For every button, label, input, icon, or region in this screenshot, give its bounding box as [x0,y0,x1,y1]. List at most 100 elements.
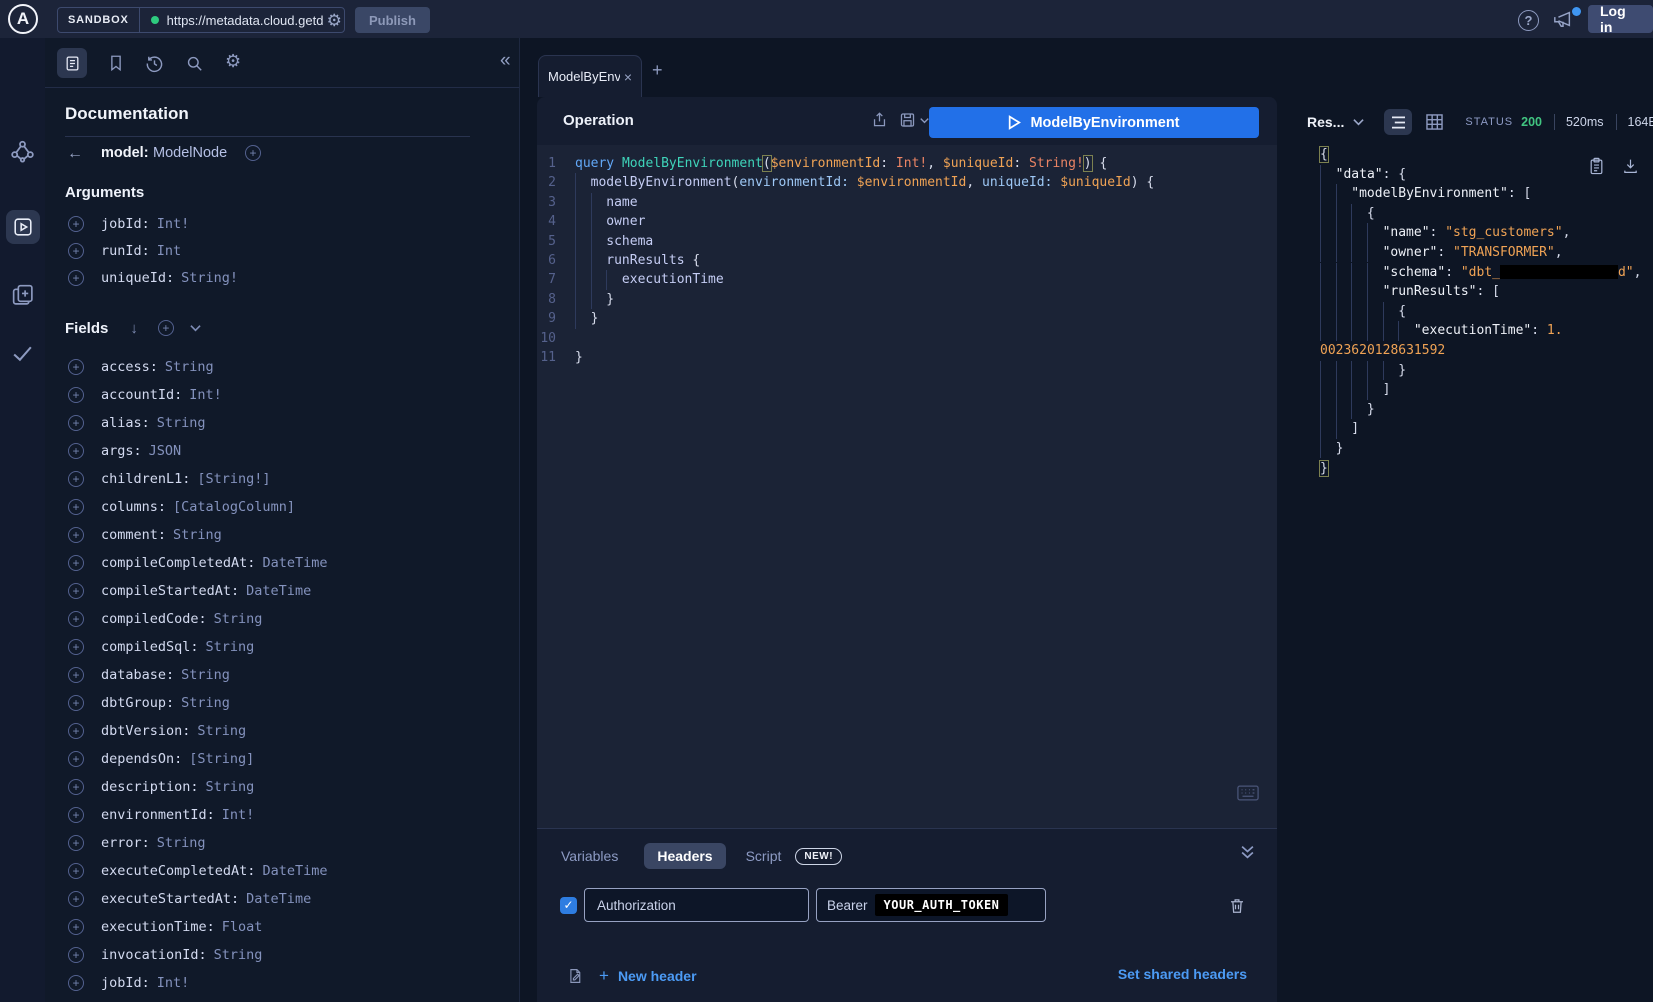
connection-settings-gear-icon[interactable]: ⚙ [327,12,342,29]
field-row[interactable]: +jobId:Int! [45,210,519,237]
new-tab-button[interactable]: + [652,60,663,81]
add-field-to-query-button[interactable]: + [68,243,84,259]
add-field-to-query-button[interactable]: + [68,835,84,851]
field-row[interactable]: +database:String [45,661,519,689]
field-row[interactable]: +compileCompletedAt:DateTime [45,549,519,577]
schema-graph-icon[interactable] [10,139,35,164]
field-type[interactable]: Int! [189,387,222,403]
documentation-tab-icon[interactable] [57,48,87,78]
field-type[interactable]: Float [222,919,263,935]
field-row[interactable]: +jobId:Int! [45,969,519,997]
share-operation-icon[interactable] [871,111,888,129]
add-field-to-query-button[interactable]: + [68,471,84,487]
login-button[interactable]: Log in [1588,5,1653,33]
field-type[interactable]: String [173,527,222,543]
add-field-to-query-button[interactable]: + [68,695,84,711]
add-field-to-query-button[interactable]: + [68,611,84,627]
field-row[interactable]: +executeStartedAt:DateTime [45,885,519,913]
field-type[interactable]: String [214,611,263,627]
add-field-to-query-button[interactable]: + [68,723,84,739]
publish-button[interactable]: Publish [355,7,430,33]
sort-fields-icon[interactable]: ↓ [130,320,138,337]
response-chevron-down-icon[interactable] [1353,118,1364,126]
add-field-to-query-button[interactable]: + [68,216,84,232]
field-type[interactable]: DateTime [262,863,327,879]
field-row[interactable]: +runId:Int [45,237,519,264]
field-type[interactable]: [String!] [197,471,270,487]
field-type[interactable]: String [181,667,230,683]
field-row[interactable]: +childrenL1:[String!] [45,465,519,493]
response-dropdown[interactable]: Res... [1307,114,1344,130]
download-response-icon[interactable] [1622,157,1639,175]
add-field-to-query-button[interactable]: + [68,499,84,515]
add-field-to-query-button[interactable]: + [68,527,84,543]
endpoint-url-box[interactable]: SANDBOX https://metadata.cloud.getd ⚙ [57,7,345,33]
add-field-to-query-button[interactable]: + [68,639,84,655]
add-field-to-query-button[interactable]: + [68,583,84,599]
operation-tab[interactable]: ModelByEnvi... × [538,55,642,97]
history-icon[interactable] [145,54,164,73]
field-row[interactable]: +alias:String [45,409,519,437]
formatted-view-toggle-icon[interactable] [1384,109,1412,135]
keyboard-shortcuts-icon[interactable] [1237,785,1259,801]
field-row[interactable]: +environmentId:Int! [45,801,519,829]
run-operation-button[interactable]: ModelByEnvironment [929,107,1259,138]
checks-icon[interactable] [10,341,35,366]
field-type[interactable]: Int! [222,807,255,823]
add-all-fields-button[interactable]: + [158,320,174,336]
auth-token-chip[interactable]: YOUR_AUTH_TOKEN [875,894,1009,916]
back-arrow-icon[interactable]: ← [67,144,83,164]
set-shared-headers-link[interactable]: Set shared headers [1118,966,1247,982]
add-field-to-query-button[interactable]: + [68,891,84,907]
header-name-input[interactable] [584,888,809,922]
add-field-to-query-button[interactable]: + [68,919,84,935]
field-type[interactable]: [CatalogColumn] [173,499,295,515]
field-row[interactable]: +compileStartedAt:DateTime [45,577,519,605]
add-field-to-query-button[interactable]: + [68,443,84,459]
close-tab-icon[interactable]: × [624,69,632,85]
table-view-toggle-icon[interactable] [1426,114,1443,130]
add-field-to-query-button[interactable]: + [68,667,84,683]
collapse-sidebar-icon[interactable]: « [500,50,511,72]
edit-headers-icon[interactable] [567,967,584,985]
collections-icon[interactable] [10,282,35,307]
field-type[interactable]: String [165,359,214,375]
field-type[interactable]: DateTime [246,583,311,599]
field-type[interactable]: String [181,695,230,711]
add-field-to-query-button[interactable]: + [68,807,84,823]
delete-header-icon[interactable] [1228,896,1246,915]
field-row[interactable]: +args:JSON [45,437,519,465]
header-value-input[interactable]: Bearer YOUR_AUTH_TOKEN [816,888,1046,922]
field-row[interactable]: +columns:[CatalogColumn] [45,493,519,521]
field-row[interactable]: +access:String [45,353,519,381]
field-type[interactable]: String [206,779,255,795]
fields-chevron-down-icon[interactable] [190,324,201,332]
add-field-to-query-button[interactable]: + [68,270,84,286]
add-field-to-query-button[interactable]: + [68,975,84,991]
endpoint-url-input[interactable]: https://metadata.cloud.getd [167,13,325,28]
field-row[interactable]: +uniqueId:String! [45,264,519,291]
new-header-button[interactable]: +New header [599,966,697,986]
field-type[interactable]: [String] [189,751,254,767]
add-field-to-query-button[interactable]: + [68,751,84,767]
field-type[interactable]: Int! [157,975,190,991]
collapse-panel-double-chevron-icon[interactable] [1241,845,1254,859]
settings-gear-icon[interactable]: ⚙ [225,52,241,70]
bookmark-icon[interactable] [107,54,125,72]
help-icon[interactable]: ? [1518,10,1539,31]
save-operation-icon[interactable] [899,111,916,129]
field-row[interactable]: +compiledSql:String [45,633,519,661]
field-row[interactable]: +dependsOn:[String] [45,745,519,773]
query-editor[interactable]: 1query ModelByEnvironment($environmentId… [537,145,1277,828]
add-field-to-query-button[interactable]: + [68,387,84,403]
add-field-to-query-button[interactable]: + [68,863,84,879]
field-type[interactable]: String [214,947,263,963]
copy-response-icon[interactable] [1588,157,1605,176]
tab-headers[interactable]: Headers [644,843,725,869]
field-row[interactable]: +comment:String [45,521,519,549]
add-field-to-query-button[interactable]: + [68,555,84,571]
add-model-button[interactable]: + [245,145,261,161]
field-row[interactable]: +compiledCode:String [45,605,519,633]
field-type[interactable]: Int! [157,216,190,232]
apollo-logo[interactable]: A [8,4,38,34]
